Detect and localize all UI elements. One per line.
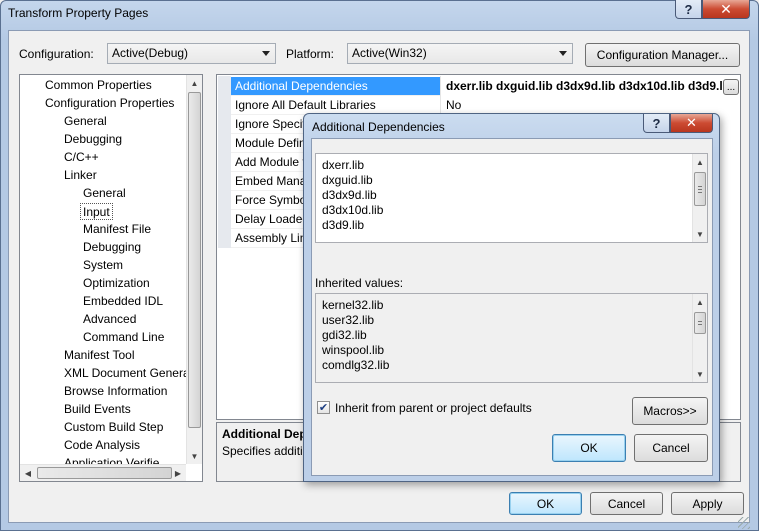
tree-item[interactable]: Configuration Properties (45, 95, 174, 112)
dependencies-scrollbar[interactable]: ▲ ▼ (692, 154, 707, 242)
scrollbar-thumb[interactable] (694, 172, 706, 206)
scroll-up-icon[interactable]: ▲ (693, 154, 707, 170)
grid-gutter (218, 76, 231, 248)
tree-item[interactable]: Browse Information (64, 383, 167, 400)
dialog-close-button[interactable]: ✕ (670, 114, 713, 133)
tree-item[interactable]: XML Document Genera (64, 365, 190, 382)
tree-item[interactable]: Debugging (64, 131, 122, 148)
scrollbar-thumb[interactable] (188, 92, 201, 428)
resize-grip-icon[interactable] (738, 517, 750, 529)
tree-item[interactable]: Build Events (64, 401, 131, 418)
dependency-line: dxerr.lib (322, 158, 365, 172)
grid-row-name[interactable]: Additional Dependencies (231, 77, 440, 96)
tree-horizontal-scrollbar[interactable]: ◀ ▶ (20, 464, 186, 481)
platform-value: Active(Win32) (352, 46, 427, 60)
scrollbar-thumb[interactable] (37, 467, 172, 479)
inherited-values-label: Inherited values: (315, 276, 404, 290)
tree-vertical-scrollbar[interactable]: ▲ ▼ (186, 75, 202, 464)
tree-item[interactable]: Custom Build Step (64, 419, 163, 436)
dependency-line: d3dx10d.lib (322, 203, 384, 217)
inherited-values-list: kernel32.lib user32.lib gdi32.lib winspool.… (315, 293, 708, 383)
dialog-title: Additional Dependencies (312, 120, 445, 134)
scroll-down-icon[interactable]: ▼ (693, 226, 707, 242)
dependency-line: d3dx9d.lib (322, 188, 377, 202)
tree-item[interactable]: Linker (64, 167, 97, 184)
macros-button[interactable]: Macros>> (632, 397, 708, 425)
tree-item[interactable]: Command Line (83, 329, 164, 346)
scroll-up-icon[interactable]: ▲ (693, 294, 707, 310)
tree-item[interactable]: General (64, 113, 107, 130)
scroll-down-icon[interactable]: ▼ (187, 448, 202, 464)
ok-button[interactable]: OK (509, 492, 582, 515)
inherited-line: user32.lib (322, 313, 375, 327)
grid-row-value[interactable]: dxerr.lib dxguid.lib d3dx9d.lib d3dx10d.… (441, 77, 723, 96)
dialog-client-area: dxerr.lib dxguid.lib d3dx9d.lib d3dx10d.lib… (311, 138, 713, 476)
tree-item[interactable]: System (83, 257, 123, 274)
inherited-scrollbar[interactable]: ▲ ▼ (692, 294, 707, 382)
inherit-label: Inherit from parent or project defaults (335, 401, 532, 415)
tree-item[interactable]: Input (80, 203, 113, 220)
configuration-label: Configuration: (19, 47, 94, 61)
close-button[interactable]: ✕ (702, 0, 750, 19)
checkmark-icon: ✔ (318, 402, 329, 414)
additional-dependencies-dialog: Additional Dependencies ? ✕ dxerr.lib dxg… (303, 113, 720, 482)
scroll-right-icon[interactable]: ▶ (170, 465, 186, 481)
window-title: Transform Property Pages (8, 6, 149, 20)
tree-item[interactable]: Code Analysis (64, 437, 140, 454)
platform-label: Platform: (286, 47, 335, 61)
dialog-help-button[interactable]: ? (643, 114, 670, 133)
inherited-line: kernel32.lib (322, 298, 384, 312)
tree-item[interactable]: Advanced (83, 311, 136, 328)
property-tree[interactable]: Common Properties Configuration Propertie… (19, 74, 203, 482)
ellipsis-button[interactable]: ... (723, 79, 739, 95)
tree-item[interactable]: Manifest Tool (64, 347, 134, 364)
dialog-ok-button[interactable]: OK (552, 434, 626, 462)
dependencies-textbox[interactable]: dxerr.lib dxguid.lib d3dx9d.lib d3dx10d.lib… (315, 153, 708, 243)
scroll-up-icon[interactable]: ▲ (187, 75, 202, 91)
inherit-checkbox[interactable]: ✔ (317, 401, 330, 414)
platform-combo[interactable]: Active(Win32) (347, 43, 573, 64)
configuration-value: Active(Debug) (112, 46, 189, 60)
scrollbar-thumb[interactable] (694, 312, 706, 334)
tree-item[interactable]: Debugging (83, 239, 141, 256)
apply-button[interactable]: Apply (671, 492, 744, 515)
tree-item[interactable]: Optimization (83, 275, 150, 292)
description-text: Specifies additional items to add to the… (222, 444, 307, 458)
inherited-line: comdlg32.lib (322, 358, 390, 372)
scroll-down-icon[interactable]: ▼ (693, 366, 707, 382)
inherited-line: gdi32.lib (322, 328, 367, 342)
help-button[interactable]: ? (675, 0, 702, 19)
tree-item[interactable]: General (83, 185, 126, 202)
tree-item[interactable]: Embedded IDL (83, 293, 163, 310)
cancel-button[interactable]: Cancel (590, 492, 663, 515)
tree-item[interactable]: Common Properties (45, 77, 152, 94)
tree-item[interactable]: Manifest File (83, 221, 151, 238)
chevron-down-icon (262, 51, 270, 56)
inherited-line: winspool.lib (322, 343, 385, 357)
dependency-line: d3d9.lib (322, 218, 365, 232)
description-title: Additional Dependencies (222, 427, 307, 441)
configuration-manager-button[interactable]: Configuration Manager... (585, 43, 740, 67)
dependency-line: dxguid.lib (322, 173, 373, 187)
chevron-down-icon (559, 51, 567, 56)
configuration-combo[interactable]: Active(Debug) (107, 43, 276, 64)
tree-item[interactable]: C/C++ (64, 149, 99, 166)
dialog-cancel-button[interactable]: Cancel (634, 434, 708, 462)
scroll-left-icon[interactable]: ◀ (20, 465, 36, 481)
